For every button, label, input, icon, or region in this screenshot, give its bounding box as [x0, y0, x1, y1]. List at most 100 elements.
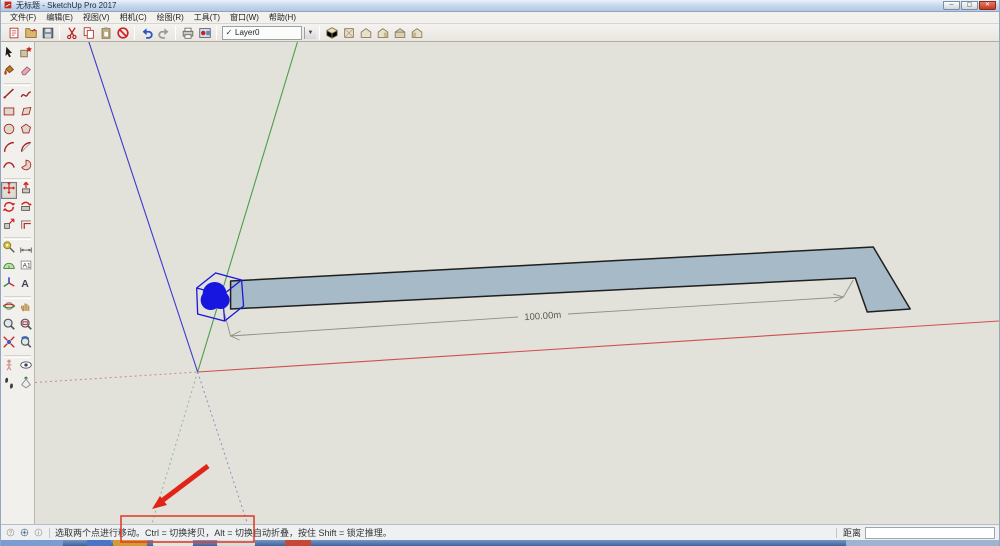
layer-dropdown-arrow-icon[interactable]: ▼	[304, 27, 316, 39]
three-point-arc-tool[interactable]	[1, 159, 17, 176]
two-point-arc-tool[interactable]	[18, 141, 34, 158]
scale-tool[interactable]	[1, 218, 17, 235]
circle-tool[interactable]	[1, 123, 17, 140]
3d-text-tool[interactable]: A	[18, 277, 34, 294]
model-info-button[interactable]	[196, 24, 213, 41]
menu-item-7[interactable]: 帮助(H)	[264, 12, 301, 24]
iso-view-icon	[325, 26, 339, 40]
minimize-button[interactable]: ─	[943, 1, 960, 10]
dimension-tool[interactable]	[18, 241, 34, 258]
taskbar-item-1[interactable]	[87, 540, 111, 546]
top-view-button[interactable]	[340, 24, 357, 41]
push-pull-tool[interactable]	[18, 182, 34, 199]
zoom-extents-tool[interactable]	[1, 336, 17, 353]
measurement-input[interactable]	[865, 527, 995, 539]
copy-button[interactable]	[80, 24, 97, 41]
taskbar-item-5[interactable]	[285, 540, 311, 546]
taskbar-item-3[interactable]	[153, 540, 193, 546]
zoomext-icon	[2, 335, 16, 354]
undo-button[interactable]	[138, 24, 155, 41]
sketchup-logo-icon	[4, 1, 13, 10]
eraser-icon	[19, 63, 33, 82]
slab-shape[interactable]	[231, 247, 911, 312]
cut-button[interactable]	[63, 24, 80, 41]
protractor-tool[interactable]	[1, 259, 17, 276]
zoom-icon	[2, 317, 16, 336]
menu-item-3[interactable]: 相机(C)	[115, 12, 152, 24]
select-tool[interactable]	[1, 46, 17, 63]
close-button[interactable]: ✕	[979, 1, 996, 10]
right-view-button[interactable]	[374, 24, 391, 41]
orbit-tool[interactable]	[1, 300, 17, 317]
menu-item-4[interactable]: 绘图(R)	[152, 12, 189, 24]
axes-tool[interactable]	[1, 277, 17, 294]
rotate-tool[interactable]	[1, 200, 17, 217]
component-icon	[19, 45, 33, 64]
open-button[interactable]	[22, 24, 39, 41]
layer-dropdown[interactable]: ✓ Layer0	[222, 26, 302, 40]
modelinfo-icon	[198, 26, 212, 40]
offset-tool[interactable]	[18, 218, 34, 235]
paint-icon	[2, 63, 16, 82]
menu-item-1[interactable]: 编辑(E)	[41, 12, 78, 24]
menu-item-5[interactable]: 工具(T)	[189, 12, 225, 24]
line-tool[interactable]	[1, 87, 17, 104]
rectangle-tool[interactable]	[1, 105, 17, 122]
iso-view-button[interactable]	[323, 24, 340, 41]
help-circle-icon[interactable]: ?	[5, 527, 16, 538]
tape-measure-tool[interactable]	[1, 241, 17, 258]
left-view-button[interactable]	[408, 24, 425, 41]
text-tool[interactable]: A1	[18, 259, 34, 276]
new-button[interactable]	[5, 24, 22, 41]
erase-button[interactable]	[114, 24, 131, 41]
zoom-window-tool[interactable]	[18, 318, 34, 335]
make-component-tool[interactable]	[18, 46, 34, 63]
pie-icon	[19, 158, 33, 177]
taskbar-item-0[interactable]	[1, 540, 63, 546]
paste-button[interactable]	[97, 24, 114, 41]
walk-tool[interactable]	[1, 377, 17, 394]
pie-tool[interactable]	[18, 159, 34, 176]
red-axis	[198, 321, 999, 372]
selected-component[interactable]	[201, 282, 230, 310]
taskbar-item-2[interactable]	[113, 540, 147, 546]
pan-tool[interactable]	[18, 300, 34, 317]
svg-text:i: i	[38, 531, 39, 537]
geolocation-icon[interactable]	[19, 527, 30, 538]
taskbar-item-4[interactable]	[217, 540, 255, 546]
menu-item-2[interactable]: 视图(V)	[78, 12, 115, 24]
save-button[interactable]	[39, 24, 56, 41]
front-view-button[interactable]	[357, 24, 374, 41]
print-button[interactable]	[179, 24, 196, 41]
move-tool[interactable]	[1, 182, 17, 199]
rotated-rectangle-tool[interactable]	[18, 105, 34, 122]
green-axis	[198, 42, 298, 372]
taskbar-item-6[interactable]	[846, 540, 999, 546]
paint-bucket-tool[interactable]	[1, 64, 17, 81]
redo-button[interactable]	[155, 24, 172, 41]
scale-icon	[2, 217, 16, 236]
freehand-tool[interactable]	[18, 87, 34, 104]
position-camera-tool[interactable]	[1, 359, 17, 376]
zoom-tool[interactable]	[1, 318, 17, 335]
menu-item-6[interactable]: 窗口(W)	[225, 12, 264, 24]
back-view-button[interactable]	[391, 24, 408, 41]
taskbar-sliver[interactable]	[1, 540, 999, 546]
toolbar-separator	[319, 26, 320, 40]
drawing-canvas[interactable]: 100.00m	[35, 42, 999, 524]
print-icon	[181, 26, 195, 40]
text-icon: A1	[19, 258, 33, 277]
polygon-tool[interactable]	[18, 123, 34, 140]
arc-tool[interactable]	[1, 141, 17, 158]
look-around-tool[interactable]	[18, 359, 34, 376]
offset-icon	[19, 217, 33, 236]
eraser-tool[interactable]	[18, 64, 34, 81]
section-plane-tool[interactable]	[18, 377, 34, 394]
credits-icon[interactable]: i	[33, 527, 44, 538]
arc3-icon	[2, 158, 16, 177]
follow-me-tool[interactable]	[18, 200, 34, 217]
maximize-button[interactable]: ▢	[961, 1, 978, 10]
previous-view-tool[interactable]	[18, 336, 34, 353]
menu-item-0[interactable]: 文件(F)	[5, 12, 41, 24]
dimension-label: 100.00m	[524, 310, 562, 323]
